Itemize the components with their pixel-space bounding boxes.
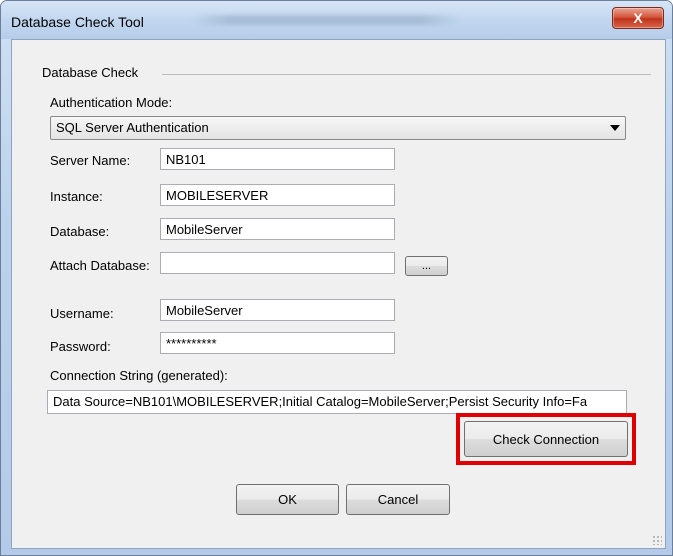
browse-button-label: ... (421, 260, 432, 272)
authentication-mode-label: Authentication Mode: (50, 95, 173, 110)
server-name-label: Server Name: (50, 153, 131, 168)
close-button[interactable]: X (612, 7, 664, 29)
check-connection-label: Check Connection (492, 431, 600, 447)
chevron-down-icon[interactable] (610, 125, 620, 131)
username-label: Username: (50, 306, 114, 321)
group-box-label: Database Check (38, 65, 143, 80)
server-name-input[interactable]: NB101 (160, 148, 395, 170)
dialog-client-area: Database Check Authentication Mode: SQL … (11, 39, 666, 549)
authentication-mode-select[interactable]: SQL Server Authentication (50, 116, 626, 140)
attach-database-input[interactable] (160, 252, 395, 274)
instance-label: Instance: (50, 189, 103, 204)
blurred-title-path (191, 15, 461, 25)
connection-string-label: Connection String (generated): (50, 368, 228, 383)
browse-button[interactable]: ... (405, 256, 448, 276)
ok-button[interactable]: OK (236, 484, 339, 515)
check-connection-button[interactable]: Check Connection (464, 421, 628, 457)
close-icon: X (633, 10, 643, 26)
title-bar[interactable]: Database Check Tool X (1, 1, 672, 39)
window-title: Database Check Tool (11, 14, 144, 30)
attach-database-label: Attach Database: (50, 258, 150, 273)
cancel-label: Cancel (377, 492, 419, 507)
authentication-mode-value: SQL Server Authentication (56, 120, 209, 135)
password-input[interactable]: ********** (160, 332, 395, 354)
username-input[interactable]: MobileServer (160, 299, 395, 321)
database-label: Database: (50, 224, 110, 239)
resize-grip-icon[interactable] (652, 535, 662, 545)
dialog-window: Database Check Tool X Database Check Aut… (0, 0, 673, 556)
ok-label: OK (278, 492, 297, 507)
connection-string-input[interactable]: Data Source=NB101\MOBILESERVER;Initial C… (47, 390, 627, 414)
cancel-button[interactable]: Cancel (346, 484, 450, 515)
group-box-divider (162, 74, 651, 75)
instance-input[interactable]: MOBILESERVER (160, 184, 395, 206)
database-input[interactable]: MobileServer (160, 218, 395, 240)
password-label: Password: (50, 339, 111, 354)
